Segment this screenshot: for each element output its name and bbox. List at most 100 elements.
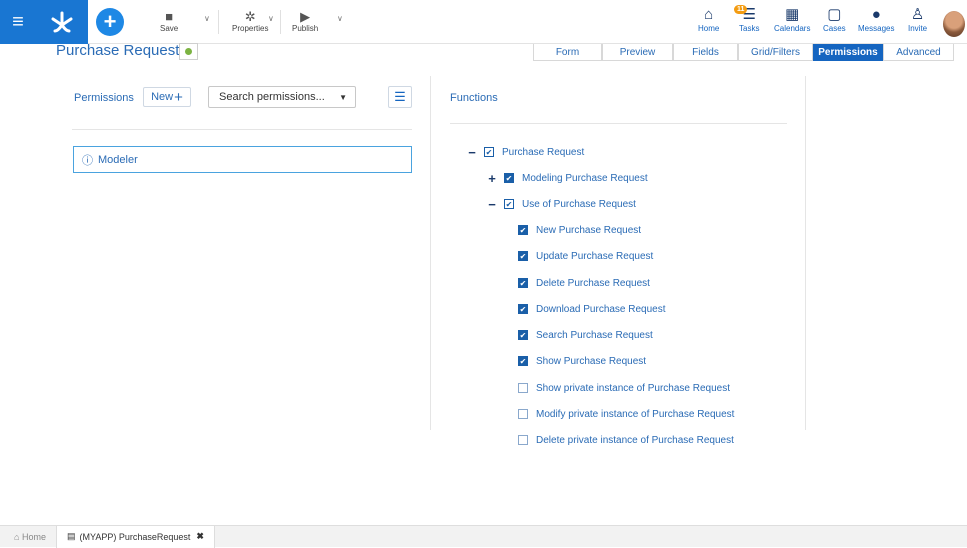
toolbar-divider — [280, 10, 281, 34]
function-checkbox[interactable]: ✔ — [504, 199, 514, 209]
function-tree-item[interactable]: ✔ Delete Purchase Request — [518, 276, 650, 290]
new-permission-label: New — [151, 91, 174, 103]
functions-heading: Functions — [450, 92, 498, 104]
list-icon: ☰ — [394, 89, 406, 104]
function-tree-item[interactable]: ✔ Download Purchase Request — [518, 302, 666, 316]
function-checkbox[interactable]: ✔ — [518, 278, 528, 288]
nav-cases-label: Cases — [823, 24, 846, 33]
expand-icon[interactable]: + — [486, 171, 498, 186]
function-tree-item[interactable]: ✔ Search Purchase Request — [518, 328, 653, 342]
function-checkbox[interactable]: ✔ — [518, 251, 528, 261]
bottom-tabbar: ⌂ Home ▤ (MYAPP) PurchaseRequest ✖ — [0, 525, 967, 548]
function-checkbox[interactable]: ✔ — [518, 330, 528, 340]
function-label: Show Purchase Request — [536, 355, 647, 367]
function-label: Delete Purchase Request — [536, 277, 650, 289]
tab-advanced[interactable]: Advanced — [883, 44, 954, 61]
search-permissions-placeholder: Search permissions... — [219, 91, 325, 103]
invite-user-icon: ♙ — [910, 6, 925, 23]
function-checkbox[interactable] — [518, 435, 528, 445]
tab-grid-filters[interactable]: Grid/Filters — [738, 44, 813, 61]
save-icon: ■ — [165, 9, 174, 24]
status-dot-icon — [185, 48, 192, 55]
tab-form[interactable]: Form — [533, 44, 602, 61]
function-label: Search Purchase Request — [536, 329, 653, 341]
save-label: Save — [160, 24, 179, 33]
page-title: Purchase Request — [56, 42, 180, 59]
collapse-icon[interactable]: − — [466, 145, 478, 160]
properties-dropdown-caret[interactable]: ∨ — [268, 14, 274, 23]
function-label: Use of Purchase Request — [522, 198, 636, 210]
tab-fields[interactable]: Fields — [673, 44, 738, 61]
app-logo-icon[interactable] — [36, 0, 88, 44]
play-icon: ▶ — [300, 9, 311, 24]
permission-role-item[interactable]: ⓘ Modeler — [73, 146, 412, 173]
calendar-icon: ▦ — [785, 6, 800, 23]
gear-icon: ✲ — [244, 9, 256, 24]
publish-dropdown-caret[interactable]: ∨ — [337, 14, 343, 23]
divider — [450, 123, 787, 124]
divider — [72, 129, 412, 130]
function-checkbox[interactable]: ✔ — [518, 304, 528, 314]
select-caret-icon: ▼ — [339, 92, 347, 102]
properties-label: Properties — [232, 24, 269, 33]
function-checkbox[interactable]: ✔ — [484, 147, 494, 157]
nav-invite[interactable]: ♙ Invite — [908, 6, 927, 33]
function-tree-item[interactable]: − ✔ Purchase Request — [466, 145, 585, 160]
tab-permissions[interactable]: Permissions — [813, 44, 883, 61]
nav-home-label: Home — [698, 24, 720, 33]
tab-preview[interactable]: Preview — [602, 44, 673, 61]
info-icon: ⓘ — [82, 154, 93, 167]
function-checkbox[interactable] — [518, 383, 528, 393]
function-label: New Purchase Request — [536, 224, 642, 236]
save-dropdown-caret[interactable]: ∨ — [204, 14, 210, 23]
nav-tasks-label: Tasks — [739, 24, 760, 33]
function-checkbox[interactable]: ✔ — [518, 356, 528, 366]
toolbar-divider — [218, 10, 219, 34]
top-toolbar: ≡ + ■ Save ∨ ✲ Properties ∨ ▶ Publish ∨ … — [0, 0, 967, 44]
function-label: Purchase Request — [502, 146, 585, 158]
function-label: Update Purchase Request — [536, 250, 654, 262]
function-label: Show private instance of Purchase Reques… — [536, 382, 730, 394]
function-tree-item[interactable]: + ✔ Modeling Purchase Request — [486, 171, 648, 186]
function-checkbox[interactable]: ✔ — [518, 225, 528, 235]
user-avatar[interactable] — [943, 11, 965, 37]
hamburger-menu-icon[interactable]: ≡ — [0, 0, 36, 44]
panel-divider — [805, 76, 806, 430]
function-tree-item[interactable]: Show private instance of Purchase Reques… — [518, 381, 730, 395]
save-button[interactable]: ■ Save — [160, 10, 178, 40]
cases-icon: ▢ — [827, 6, 842, 23]
new-permission-button[interactable]: New + — [143, 87, 191, 107]
function-checkbox[interactable]: ✔ — [504, 173, 514, 183]
nav-cases[interactable]: ▢ Cases — [823, 6, 846, 33]
function-tree-item[interactable]: ✔ Update Purchase Request — [518, 249, 653, 263]
search-permissions-select[interactable]: Search permissions... ▼ — [208, 86, 356, 108]
function-label: Modeling Purchase Request — [522, 172, 648, 184]
properties-button[interactable]: ✲ Properties — [232, 10, 268, 40]
home-icon: ⌂ — [704, 6, 714, 23]
function-tree-item[interactable]: − ✔ Use of Purchase Request — [486, 197, 636, 212]
function-label: Modify private instance of Purchase Requ… — [536, 408, 735, 420]
publish-label: Publish — [292, 24, 319, 33]
permissions-heading: Permissions — [74, 92, 134, 104]
collapse-icon[interactable]: − — [486, 197, 498, 212]
function-checkbox[interactable] — [518, 409, 528, 419]
close-icon[interactable]: ✖ — [196, 531, 204, 542]
document-icon: ▤ — [66, 531, 76, 541]
open-tab-label: (MYAPP) PurchaseRequest — [79, 531, 191, 542]
publish-button[interactable]: ▶ Publish — [292, 10, 318, 40]
form-tabs: Form Preview Fields Grid/Filters Permiss… — [533, 44, 954, 61]
function-tree-item[interactable]: ✔ New Purchase Request — [518, 223, 641, 237]
statusbar-home-link[interactable]: ⌂ Home — [0, 532, 56, 542]
function-tree-item[interactable]: ✔ Show Purchase Request — [518, 354, 646, 368]
function-tree-item[interactable]: Modify private instance of Purchase Requ… — [518, 407, 734, 421]
status-indicator[interactable] — [179, 43, 198, 60]
nav-calendars[interactable]: ▦ Calendars — [774, 6, 810, 33]
list-view-button[interactable]: ☰ — [388, 86, 412, 108]
open-document-tab[interactable]: ▤ (MYAPP) PurchaseRequest ✖ — [55, 525, 215, 548]
nav-messages[interactable]: ● Messages — [858, 6, 894, 33]
tasks-count-badge: 11 — [734, 5, 748, 14]
function-tree-item[interactable]: Delete private instance of Purchase Requ… — [518, 433, 734, 447]
add-new-button[interactable]: + — [96, 8, 124, 36]
nav-home[interactable]: ⌂ Home — [698, 6, 719, 33]
plus-icon: + — [174, 88, 183, 106]
